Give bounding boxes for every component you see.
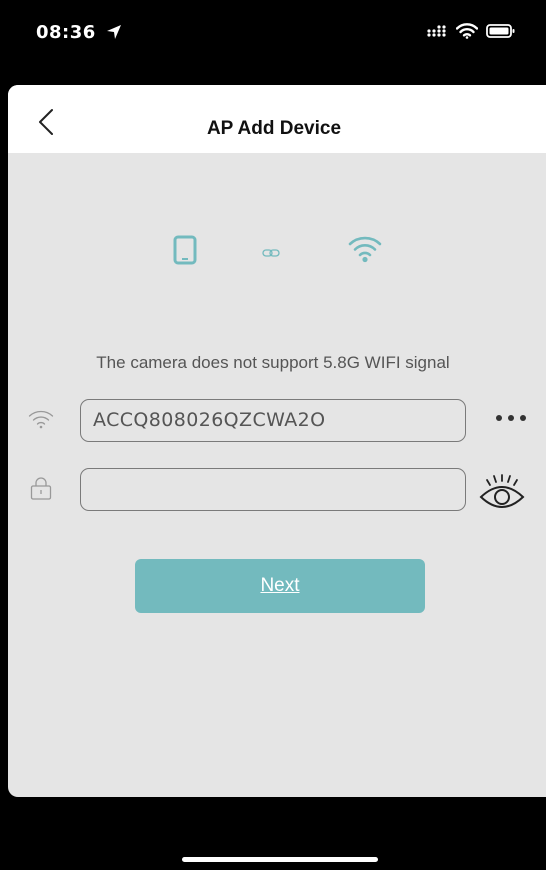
cellular-signal-icon — [426, 24, 448, 43]
wifi-ssid-field[interactable]: ACCQ808026QZCWA2O — [80, 399, 466, 442]
status-time: 08:36 — [36, 22, 96, 43]
location-arrow-icon — [106, 24, 122, 45]
page-title: AP Add Device — [206, 118, 342, 139]
battery-icon — [486, 23, 516, 44]
wifi-icon — [348, 235, 382, 268]
phone-icon — [173, 235, 197, 270]
notice-text: The camera does not support 5.8G WIFI si… — [96, 353, 450, 372]
lock-icon — [30, 477, 52, 506]
home-indicator[interactable] — [182, 857, 378, 862]
app-sheet: AP Add Device The camera does not suppor — [8, 85, 546, 797]
status-icons — [426, 23, 516, 44]
nav-bar: AP Add Device — [8, 85, 546, 153]
wifi-icon — [455, 23, 479, 44]
password-field[interactable] — [80, 468, 466, 511]
eye-icon[interactable] — [478, 472, 526, 512]
more-dots-icon[interactable] — [493, 408, 529, 428]
wifi-icon — [28, 409, 54, 434]
phone-screen: 08:36 AP Add Device The camera does not … — [0, 0, 546, 870]
link-icon — [262, 245, 280, 263]
next-button[interactable]: Next — [135, 559, 425, 613]
